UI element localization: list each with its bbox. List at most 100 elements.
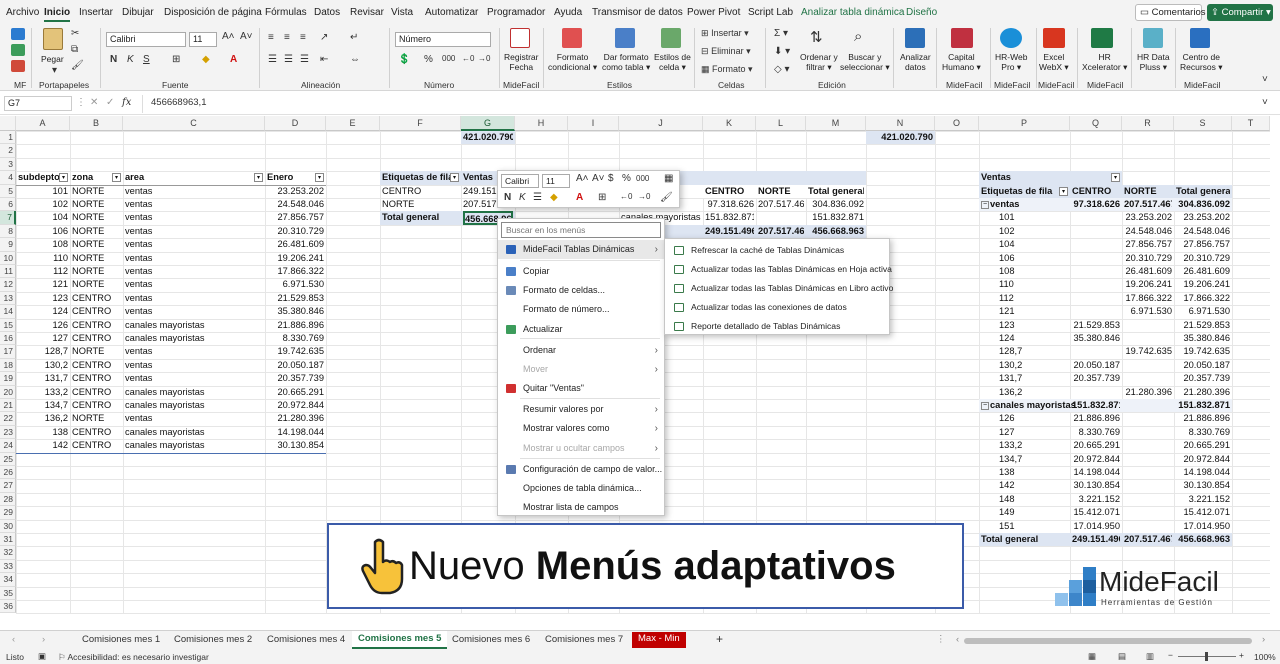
format-as-table-icon[interactable] — [615, 28, 635, 48]
sheet-tab[interactable]: Comisiones mes 6 — [452, 634, 530, 645]
table-row[interactable]: CENTRO — [72, 439, 121, 452]
table-row[interactable]: NORTE — [72, 225, 121, 238]
mf-icon-3[interactable] — [11, 60, 25, 72]
table-row[interactable]: 121 — [18, 278, 68, 291]
table-row[interactable]: 6.971.530 — [267, 278, 324, 291]
pivot-group-cell[interactable]: 207.517.467 — [1124, 198, 1172, 211]
table-row[interactable]: canales mayoristas — [125, 439, 263, 452]
pivot-cell[interactable] — [1072, 225, 1120, 238]
sheet-tab-active[interactable]: Comisiones mes 5 — [352, 631, 448, 649]
column-header[interactable]: C — [123, 116, 265, 131]
menu-item[interactable]: Copiar — [498, 262, 664, 281]
row-header[interactable]: 26 — [0, 466, 16, 480]
hr-data-pluss-button[interactable]: HR Data Pluss ▾ — [1137, 52, 1170, 72]
table-row[interactable]: 21.886.896 — [267, 319, 324, 332]
row-header[interactable]: 23 — [0, 425, 16, 440]
insertar-button[interactable]: ⊞ Insertar ▾ — [701, 28, 749, 39]
pivot-cell[interactable]: 30.130.854 — [1072, 479, 1120, 492]
table-row[interactable]: 108 — [18, 238, 68, 251]
table-row[interactable]: CENTRO — [72, 426, 121, 439]
table-row[interactable]: canales mayoristas — [125, 319, 263, 332]
pivot-group-cell[interactable]: 304.836.092 — [1176, 198, 1230, 211]
pivot-cell[interactable]: 20.972.844 — [1176, 453, 1230, 466]
table-row[interactable]: 19.742.635 — [267, 345, 324, 358]
table-row[interactable]: 128,7 — [18, 345, 68, 358]
wrap-text-icon[interactable]: ↵ — [350, 32, 358, 43]
pivot-cell[interactable]: 17.866.322 — [1176, 292, 1230, 305]
pivot-cell[interactable]: 27.856.757 — [1176, 238, 1230, 251]
table-row[interactable]: 20.357.739 — [267, 372, 324, 385]
merge-icon[interactable]: ⇔ — [350, 54, 360, 65]
pivot-column-header[interactable]: CENTRO — [1072, 185, 1120, 198]
pivot-total-cell[interactable]: 207.517.467 — [758, 225, 804, 238]
pivot-column-header[interactable]: NORTE — [1124, 185, 1172, 198]
table-row[interactable]: 127 — [18, 332, 68, 345]
table-row[interactable]: 17.866.322 — [267, 265, 324, 278]
table-row[interactable]: ventas — [125, 412, 263, 425]
increase-decimal-icon[interactable]: ←0 — [620, 192, 632, 201]
row-header[interactable]: 34 — [0, 573, 16, 587]
row-header[interactable]: 28 — [0, 492, 16, 507]
analyze-data-icon[interactable] — [905, 28, 925, 48]
menu-item[interactable]: MideFacil Tablas Dinámicas › — [498, 240, 664, 259]
pivot-cell[interactable] — [1072, 292, 1120, 305]
hr-web-icon[interactable] — [1000, 28, 1022, 48]
pegar-button[interactable]: Pegar — [41, 54, 64, 64]
table-row[interactable]: CENTRO — [72, 292, 121, 305]
pivot-cell[interactable] — [1124, 493, 1172, 506]
pivot-cell[interactable]: 19.206.241 — [1124, 278, 1172, 291]
table-row[interactable]: ventas — [125, 225, 263, 238]
dar-formato-button[interactable]: Dar formato como tabla ▾ — [602, 52, 650, 72]
table-row[interactable]: 27.856.757 — [267, 211, 324, 224]
pivot-total-cell[interactable]: 207.517.467 — [1124, 533, 1172, 546]
pivot-cell[interactable]: 207.517.467 — [758, 198, 804, 211]
bold-icon[interactable]: N — [110, 54, 117, 65]
table-row[interactable]: NORTE — [72, 265, 121, 278]
hr-xcelerator-button[interactable]: HR Xcelerator ▾ — [1082, 52, 1127, 72]
pivot-cell[interactable] — [1124, 332, 1172, 345]
pivot-cell[interactable]: 26.481.609 — [1176, 265, 1230, 278]
pivot-cell[interactable] — [1072, 386, 1120, 399]
filter-dropdown-icon[interactable]: ▾ — [1059, 186, 1068, 196]
pivot-cell[interactable] — [1072, 345, 1120, 358]
pivot-cell[interactable]: 20.050.187 — [1072, 359, 1120, 372]
table-row[interactable]: 26.481.609 — [267, 238, 324, 251]
pivot-cell[interactable] — [1124, 372, 1172, 385]
row-header[interactable]: 4 — [0, 171, 16, 185]
row-header[interactable]: 36 — [0, 600, 16, 614]
pivot-total-cell[interactable]: 456.668.963 — [1176, 533, 1230, 546]
row-header[interactable]: 25 — [0, 452, 16, 466]
sort-filter-icon[interactable]: ⇅ — [810, 28, 823, 46]
buscar-seleccionar-button[interactable]: Buscar y seleccionar ▾ — [840, 52, 890, 72]
cell-n1[interactable]: 421.020.790 — [868, 131, 933, 144]
pivot-group-cell[interactable]: 151.832.871 — [1176, 399, 1230, 412]
menu-item[interactable]: Resumir valores por › — [498, 400, 664, 419]
table-row[interactable]: 123 — [18, 292, 68, 305]
column-header[interactable]: Q — [1070, 116, 1122, 131]
tab-datos[interactable]: Datos — [314, 7, 340, 18]
align-center-icon[interactable]: ☰ — [533, 192, 542, 203]
italic-icon[interactable]: K — [127, 54, 134, 65]
more-icon[interactable]: ⋮ — [76, 97, 86, 108]
sheet-tab[interactable]: Comisiones mes 4 — [267, 634, 345, 645]
more-icon[interactable]: ⋮ — [936, 634, 946, 645]
tab-script-lab[interactable]: Script Lab — [748, 7, 793, 18]
table-row[interactable]: NORTE — [72, 278, 121, 291]
pivot-cell[interactable] — [1124, 520, 1172, 533]
table-row[interactable]: ventas — [125, 252, 263, 265]
row-header[interactable]: 11 — [0, 265, 16, 279]
tab-disposicion[interactable]: Disposición de página — [164, 7, 262, 18]
row-header[interactable]: 8 — [0, 224, 16, 239]
macro-icon[interactable]: ▣ — [38, 651, 46, 662]
submenu-item[interactable]: Reporte detallado de Tablas Dinámicas — [665, 317, 889, 336]
underline-icon[interactable]: S — [143, 54, 150, 65]
tab-vista[interactable]: Vista — [391, 7, 413, 18]
cell-g1[interactable]: 421.020.790 — [463, 131, 513, 144]
column-header[interactable]: K — [703, 116, 756, 131]
table-row[interactable]: 142 — [18, 439, 68, 452]
filter-dropdown-icon[interactable]: ▾ — [59, 173, 68, 183]
pivot-cell[interactable]: 24.548.046 — [1176, 225, 1230, 238]
table-row[interactable]: canales mayoristas — [125, 386, 263, 399]
table-row[interactable]: 136,2 — [18, 412, 68, 425]
row-header[interactable]: 9 — [0, 238, 16, 252]
